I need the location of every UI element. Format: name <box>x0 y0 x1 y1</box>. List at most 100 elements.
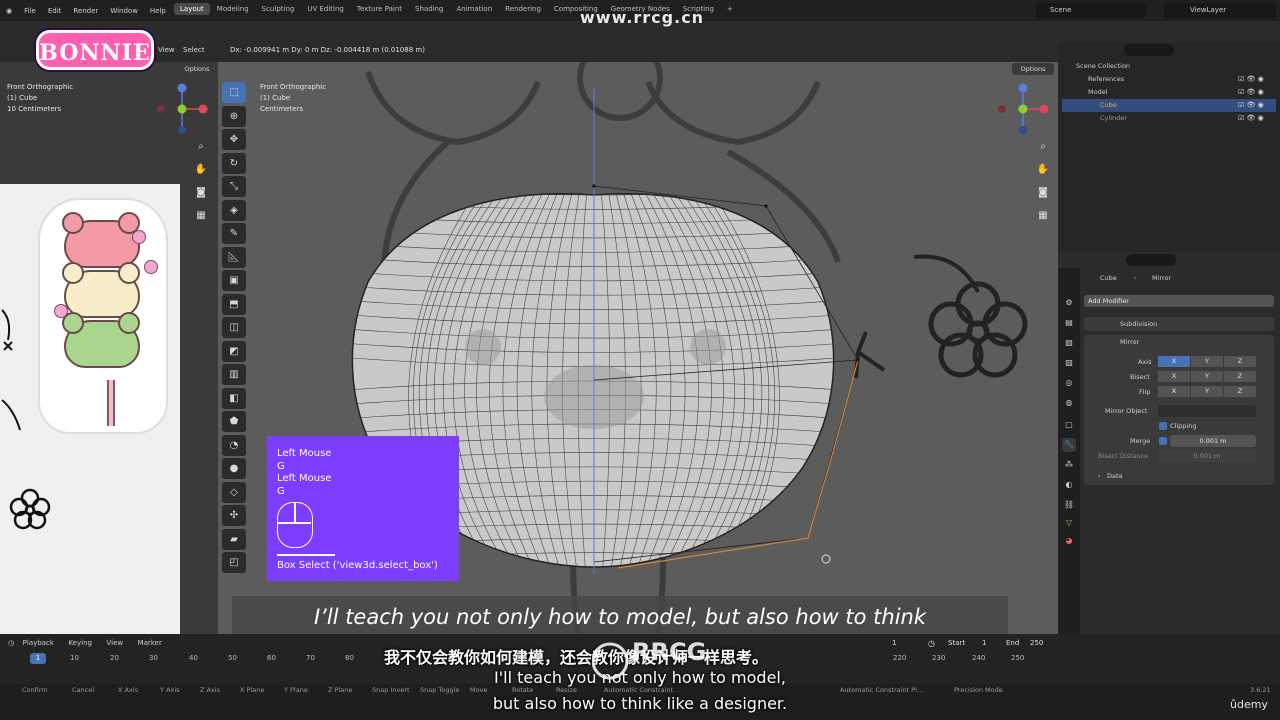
eye-icon[interactable]: ☑ 👁︎ ◉ <box>1238 86 1264 99</box>
object-tab-icon[interactable]: ▢ <box>1062 418 1076 432</box>
material-tab-icon[interactable]: ◕ <box>1062 534 1076 548</box>
timeline-menu-keying[interactable]: Keying <box>68 639 92 647</box>
physics-tab-icon[interactable]: ◐ <box>1062 478 1076 492</box>
properties-search-input[interactable] <box>1126 254 1176 266</box>
data-subpanel-label[interactable]: Data <box>1107 472 1123 480</box>
smooth-icon[interactable]: ● <box>222 458 246 479</box>
status-hint: Y Axis <box>160 686 180 694</box>
timeline-menu-view[interactable]: View <box>107 639 124 647</box>
view-menu[interactable]: View <box>158 46 175 54</box>
scene-tab-icon[interactable]: ◎ <box>1062 376 1076 390</box>
flip-x-toggle[interactable]: X <box>1158 386 1190 397</box>
tab-sculpting[interactable]: Sculpting <box>256 3 301 15</box>
measure-icon[interactable]: 📐︎ <box>222 246 246 268</box>
bisect-z-toggle[interactable]: Z <box>1224 371 1256 382</box>
start-frame-field[interactable]: 1 <box>982 639 986 647</box>
add-workspace-button[interactable]: + <box>721 3 739 15</box>
eye-icon[interactable]: ☑ 👁︎ ◉ <box>1238 99 1264 112</box>
flip-z-toggle[interactable]: Z <box>1224 386 1256 397</box>
menu-window[interactable]: Window <box>104 7 144 15</box>
view-layer-selector[interactable]: ViewLayer <box>1164 3 1276 18</box>
wrench-icon[interactable]: 🔧︎ <box>1062 438 1076 452</box>
constraints-tab-icon[interactable]: ⛓︎ <box>1062 498 1076 512</box>
grid-icon[interactable]: ▦ <box>192 207 210 225</box>
axis-x-toggle[interactable]: X <box>1158 356 1190 367</box>
add-cube-icon[interactable]: ▣ <box>222 270 246 291</box>
world-tab-icon[interactable]: ◍ <box>1062 396 1076 410</box>
clipping-checkbox[interactable] <box>1159 422 1167 430</box>
zoom-icon[interactable]: ⌕ <box>1034 138 1052 156</box>
tool-tab-icon[interactable]: ⚙ <box>1062 296 1076 310</box>
camera-icon[interactable]: ◙ <box>1034 184 1052 202</box>
hand-icon[interactable]: ✋ <box>192 161 210 179</box>
bevel-icon[interactable]: ◩ <box>222 340 246 362</box>
knife-icon[interactable]: ◧ <box>222 387 246 409</box>
render-tab-icon[interactable]: ▤ <box>1062 316 1076 330</box>
move-icon[interactable]: ✥ <box>222 129 246 150</box>
main-options-button[interactable]: Options <box>1012 63 1054 75</box>
extrude-icon[interactable]: ⬒ <box>222 293 246 315</box>
outliner-search-input[interactable] <box>1124 44 1174 56</box>
tab-texture-paint[interactable]: Texture Paint <box>351 3 408 15</box>
grid-icon[interactable]: ▦ <box>1034 207 1052 225</box>
output-tab-icon[interactable]: ▧ <box>1062 336 1076 350</box>
rotate-icon[interactable]: ↻ <box>222 152 246 174</box>
tab-rendering[interactable]: Rendering <box>499 3 547 15</box>
zoom-icon[interactable]: ⌕ <box>192 138 210 156</box>
eye-icon[interactable]: ☑ 👁︎ ◉ <box>1238 73 1264 86</box>
particles-tab-icon[interactable]: ⁂ <box>1062 458 1076 472</box>
left-nav-gizmo[interactable] <box>155 82 211 138</box>
left-options-button[interactable]: Options <box>180 63 214 75</box>
tab-shading[interactable]: Shading <box>409 3 449 15</box>
timeline-menu-marker[interactable]: Marker <box>138 639 162 647</box>
eye-icon[interactable]: ☑ 👁︎ ◉ <box>1238 112 1264 125</box>
transform-icon[interactable]: ◈ <box>222 199 246 221</box>
shear-icon[interactable]: ▰ <box>222 528 246 550</box>
playhead-frame[interactable]: 1 <box>30 653 46 664</box>
main-nav-gizmo[interactable] <box>996 82 1052 138</box>
bisect-y-toggle[interactable]: Y <box>1191 371 1223 382</box>
tab-layout[interactable]: Layout <box>174 3 210 15</box>
polybuild-icon[interactable]: ⬟ <box>222 411 246 432</box>
axis-y-toggle[interactable]: Y <box>1191 356 1223 367</box>
shrink-icon[interactable]: ✣ <box>222 505 246 526</box>
data-tab-icon[interactable]: ▽ <box>1062 516 1076 530</box>
camera-icon[interactable]: ◙ <box>192 184 210 202</box>
current-frame-field[interactable]: 1 <box>892 639 896 647</box>
add-modifier-button[interactable]: Add Modifier <box>1084 295 1274 307</box>
rip-icon[interactable]: ◰ <box>222 552 246 573</box>
axis-z-toggle[interactable]: Z <box>1224 356 1256 367</box>
menu-render[interactable]: Render <box>67 7 104 15</box>
hand-icon[interactable]: ✋ <box>1034 161 1052 179</box>
timeline-menu-playback[interactable]: Playback <box>23 639 54 647</box>
annotate-icon[interactable]: ✎ <box>222 223 246 244</box>
bisect-distance-field[interactable]: 0.001 m <box>1158 450 1256 462</box>
mirror-object-field[interactable] <box>1158 405 1256 417</box>
bisect-x-toggle[interactable]: X <box>1158 371 1190 382</box>
outliner-scene-collection[interactable]: Scene Collection <box>1062 60 1276 73</box>
tab-modeling[interactable]: Modeling <box>211 3 255 15</box>
inset-icon[interactable]: ◫ <box>222 317 246 338</box>
menu-help[interactable]: Help <box>144 7 172 15</box>
tab-animation[interactable]: Animation <box>450 3 498 15</box>
flip-y-toggle[interactable]: Y <box>1191 386 1223 397</box>
modifier-subdivision[interactable] <box>1084 317 1274 331</box>
blender-icon[interactable]: ◉ <box>0 7 18 15</box>
menu-file[interactable]: File <box>18 7 42 15</box>
chevron-right-icon[interactable]: › <box>1098 472 1101 480</box>
tab-uv-editing[interactable]: UV Editing <box>301 3 350 15</box>
select-menu[interactable]: Select <box>183 46 205 54</box>
clock-icon[interactable]: ◷ <box>8 639 14 647</box>
view-layer-tab-icon[interactable]: ▨ <box>1062 356 1076 370</box>
loopcut-icon[interactable]: ▥ <box>222 364 246 385</box>
scale-icon[interactable]: ⤡ <box>222 176 246 197</box>
select-box-tool[interactable]: ⬚ <box>222 82 246 103</box>
end-frame-field[interactable]: 250 <box>1030 639 1043 647</box>
merge-distance-field[interactable]: 0.001 m <box>1170 435 1256 447</box>
spin-icon[interactable]: ◔ <box>222 434 246 456</box>
merge-checkbox[interactable] <box>1159 437 1167 445</box>
cursor-icon[interactable]: ⊕ <box>222 105 246 127</box>
edge-slide-icon[interactable]: ◇ <box>222 481 246 503</box>
scene-selector[interactable]: Scene <box>1036 3 1146 18</box>
menu-edit[interactable]: Edit <box>42 7 68 15</box>
